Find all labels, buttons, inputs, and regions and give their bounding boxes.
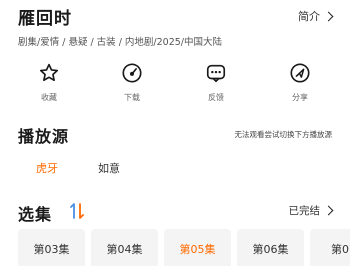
episode-section-title: 选集 [18, 205, 53, 224]
completion-status-button[interactable]: 已完结 [288, 203, 334, 218]
title-row: 雁回时 简介 [18, 4, 334, 29]
sort-icon[interactable] [70, 202, 84, 220]
episode-item[interactable]: 第03集 [18, 229, 85, 266]
source-section-title: 播放源 [18, 127, 70, 146]
page-title: 雁回时 [18, 8, 72, 29]
share-label: 分享 [292, 93, 308, 102]
intro-label: 简介 [298, 10, 320, 23]
share-icon [290, 63, 310, 83]
star-icon [39, 63, 59, 82]
feedback-icon [206, 64, 226, 83]
source-list: 虎牙 如意 [0, 160, 350, 180]
completion-status-label: 已完结 [288, 205, 321, 217]
favorite-button[interactable]: 收藏 [19, 62, 79, 103]
chevron-right-icon [323, 11, 334, 21]
favorite-label: 收藏 [41, 93, 57, 102]
source-item-ruyi[interactable]: 如意 [98, 160, 120, 176]
episode-item[interactable]: 第04集 [91, 229, 158, 266]
download-label: 下载 [124, 93, 140, 102]
feedback-label: 反馈 [208, 93, 224, 102]
intro-button[interactable]: 简介 [298, 8, 334, 24]
chevron-right-icon [323, 205, 334, 216]
meta-tags: 剧集/爱情 / 悬疑 / 古装 / 内地剧/2025/中国大陆 [18, 37, 222, 48]
action-row: 收藏 下载 反馈 分享 [0, 62, 350, 110]
detail-page: 雁回时 简介 剧集/爱情 / 悬疑 / 古装 / 内地剧/2025/中国大陆 收… [0, 0, 350, 266]
episode-item[interactable]: 第07 [310, 229, 350, 266]
download-icon [122, 63, 142, 83]
feedback-button[interactable]: 反馈 [186, 62, 246, 103]
download-button[interactable]: 下载 [102, 62, 162, 103]
source-item-huya[interactable]: 虎牙 [36, 160, 58, 176]
episode-item[interactable]: 第06集 [237, 229, 304, 266]
episode-item-current[interactable]: 第05集 [164, 229, 231, 266]
source-hint: 无法观看尝试切换下方播放源 [234, 130, 333, 139]
share-button[interactable]: 分享 [270, 62, 330, 103]
episode-list: 第03集 第04集 第05集 第06集 第07 [18, 229, 350, 266]
